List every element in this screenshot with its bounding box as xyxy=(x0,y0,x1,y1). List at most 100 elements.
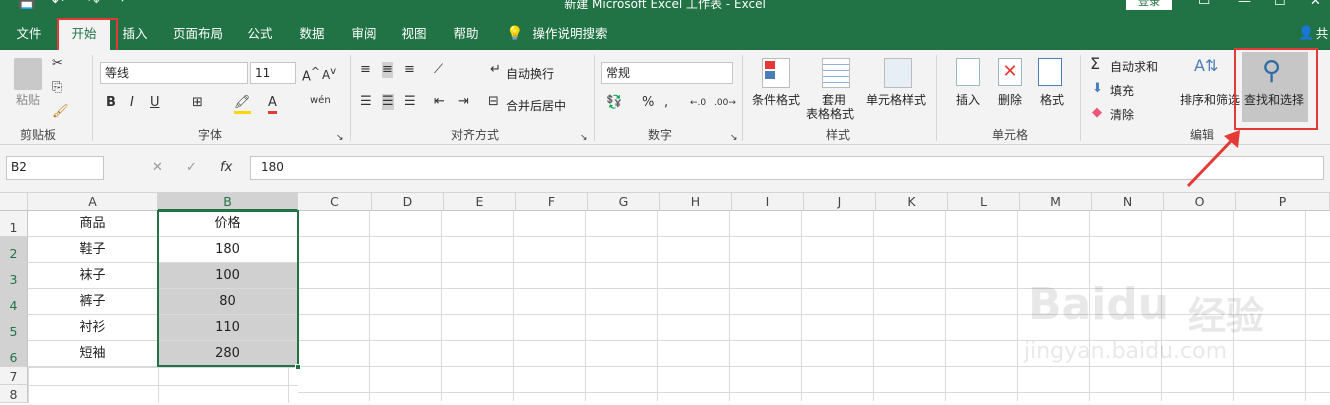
cell-styles-icon[interactable] xyxy=(884,58,912,88)
column-header[interactable]: F xyxy=(516,193,588,211)
font-dialog-launcher-icon[interactable]: ↘ xyxy=(336,130,344,146)
merge-center-icon[interactable]: ⊟ xyxy=(488,94,499,110)
close-icon[interactable]: ✕ xyxy=(1310,0,1321,9)
fill-handle[interactable] xyxy=(295,364,301,370)
column-header[interactable]: N xyxy=(1092,193,1164,211)
column-header[interactable]: G xyxy=(588,193,660,211)
clear-button[interactable]: 清除 xyxy=(1110,106,1134,123)
column-header[interactable]: P xyxy=(1236,193,1330,211)
format-cells-button[interactable]: 格式 xyxy=(1040,91,1064,108)
increase-decimal-icon[interactable]: ←.0 xyxy=(690,95,706,111)
tab-review[interactable]: 审阅 xyxy=(342,20,386,50)
font-name-select[interactable]: 等线 xyxy=(100,62,248,84)
autosum-button[interactable]: 自动求和 xyxy=(1110,58,1158,75)
conditional-formatting-button[interactable]: 条件格式 xyxy=(752,91,800,108)
format-as-table-line2[interactable]: 表格格式 xyxy=(806,105,854,122)
tab-insert[interactable]: 插入 xyxy=(114,20,156,50)
align-right-icon[interactable]: ☰ xyxy=(404,94,416,110)
row-header[interactable]: 4 xyxy=(0,289,28,315)
tab-page-layout[interactable]: 页面布局 xyxy=(166,20,230,50)
comma-style-button[interactable]: , xyxy=(664,95,668,111)
cell-a1[interactable]: 商品 xyxy=(28,211,158,237)
alignment-dialog-launcher-icon[interactable]: ↘ xyxy=(580,130,588,146)
column-header[interactable]: H xyxy=(660,193,732,211)
tab-data[interactable]: 数据 xyxy=(290,20,334,50)
cell-a4[interactable]: 裤子 xyxy=(28,289,158,315)
number-format-select[interactable]: 常规 xyxy=(601,62,733,84)
copy-icon[interactable]: ⎘ xyxy=(52,80,62,96)
name-box[interactable]: B2 xyxy=(6,156,104,180)
italic-button[interactable]: I xyxy=(130,95,134,111)
eraser-icon[interactable]: ◆ xyxy=(1092,105,1102,121)
format-cells-icon[interactable] xyxy=(1038,58,1062,86)
wrap-text-icon[interactable]: ↵ xyxy=(490,62,501,78)
column-header[interactable]: L xyxy=(948,193,1020,211)
column-header[interactable]: M xyxy=(1020,193,1092,211)
merge-center-button[interactable]: 合并后居中 xyxy=(506,97,566,114)
select-all-corner[interactable] xyxy=(0,193,28,211)
empty-cells-area[interactable] xyxy=(298,211,1330,401)
font-color-icon[interactable]: A xyxy=(268,95,277,114)
row-header[interactable]: 5 xyxy=(0,315,28,341)
bold-button[interactable]: B xyxy=(106,95,116,111)
align-left-icon[interactable]: ☰ xyxy=(360,94,372,110)
tell-me-search[interactable]: 操作说明搜索 xyxy=(530,20,610,50)
formula-input[interactable]: 180 xyxy=(250,156,1324,180)
cell-styles-button[interactable]: 单元格样式 xyxy=(866,91,926,108)
increase-indent-icon[interactable]: ⇥ xyxy=(458,94,469,110)
column-header[interactable]: J xyxy=(804,193,876,211)
column-header[interactable]: E xyxy=(444,193,516,211)
paste-button[interactable]: 粘贴 xyxy=(16,91,40,108)
tab-file[interactable]: 文件 xyxy=(8,20,50,50)
increase-font-icon[interactable]: A^ xyxy=(302,64,320,85)
delete-cells-button[interactable]: 删除 xyxy=(998,91,1022,108)
column-header[interactable]: B xyxy=(158,193,298,211)
cell-a5[interactable]: 衬衫 xyxy=(28,315,158,341)
maximize-icon[interactable]: ☐ xyxy=(1274,0,1286,9)
insert-cells-button[interactable]: 插入 xyxy=(956,91,980,108)
delete-cells-icon[interactable]: ✕ xyxy=(998,58,1022,86)
column-header[interactable]: D xyxy=(372,193,444,211)
sort-filter-icon[interactable]: A⇅ xyxy=(1194,58,1218,74)
ribbon-display-icon[interactable]: ▭ xyxy=(1198,0,1210,9)
minimize-icon[interactable]: — xyxy=(1238,0,1251,9)
cell-a6[interactable]: 短袖 xyxy=(28,341,158,367)
conditional-formatting-icon[interactable] xyxy=(762,58,790,88)
row-header[interactable]: 1 xyxy=(0,211,28,237)
phonetic-icon[interactable]: wén xyxy=(310,93,331,109)
decrease-indent-icon[interactable]: ⇤ xyxy=(434,94,445,110)
number-dialog-launcher-icon[interactable]: ↘ xyxy=(730,130,738,146)
row-header[interactable]: 6 xyxy=(0,341,28,367)
column-header[interactable]: O xyxy=(1164,193,1236,211)
align-top-icon[interactable]: ≡ xyxy=(360,62,371,78)
confirm-entry-icon[interactable]: ✓ xyxy=(186,160,197,176)
cancel-entry-icon[interactable]: ✕ xyxy=(152,160,163,176)
tab-view[interactable]: 视图 xyxy=(392,20,436,50)
row-header[interactable]: 7 xyxy=(0,367,28,385)
row-header[interactable]: 2 xyxy=(0,237,28,263)
accounting-format-icon[interactable]: 💱 xyxy=(606,95,622,111)
fill-color-icon[interactable]: 🖍 xyxy=(234,95,251,114)
fill-button[interactable]: 填充 xyxy=(1110,82,1134,99)
sort-filter-button[interactable]: 排序和筛选 xyxy=(1180,91,1240,108)
format-as-table-icon[interactable] xyxy=(822,58,850,88)
column-header[interactable]: C xyxy=(298,193,372,211)
insert-cells-icon[interactable] xyxy=(956,58,980,86)
column-header[interactable]: A xyxy=(28,193,158,211)
underline-button[interactable]: U xyxy=(150,95,160,111)
format-painter-icon[interactable]: 🖌 xyxy=(52,104,69,120)
share-button[interactable]: 共 xyxy=(1314,20,1330,50)
borders-icon[interactable]: ⊞ xyxy=(192,95,203,111)
autosum-icon[interactable]: Σ xyxy=(1090,56,1100,72)
align-center-icon[interactable]: ☰ xyxy=(382,94,394,110)
paste-icon[interactable] xyxy=(14,58,42,90)
tab-help[interactable]: 帮助 xyxy=(444,20,488,50)
cut-icon[interactable]: ✂ xyxy=(52,56,63,72)
decrease-decimal-icon[interactable]: .00→ xyxy=(714,95,736,111)
font-size-select[interactable]: 11 xyxy=(250,62,296,84)
wrap-text-button[interactable]: 自动换行 xyxy=(506,65,554,82)
cell-a3[interactable]: 袜子 xyxy=(28,263,158,289)
percent-button[interactable]: % xyxy=(642,95,654,111)
insert-function-icon[interactable]: fx xyxy=(220,160,232,176)
sign-in-button[interactable]: 登录 xyxy=(1126,0,1172,10)
